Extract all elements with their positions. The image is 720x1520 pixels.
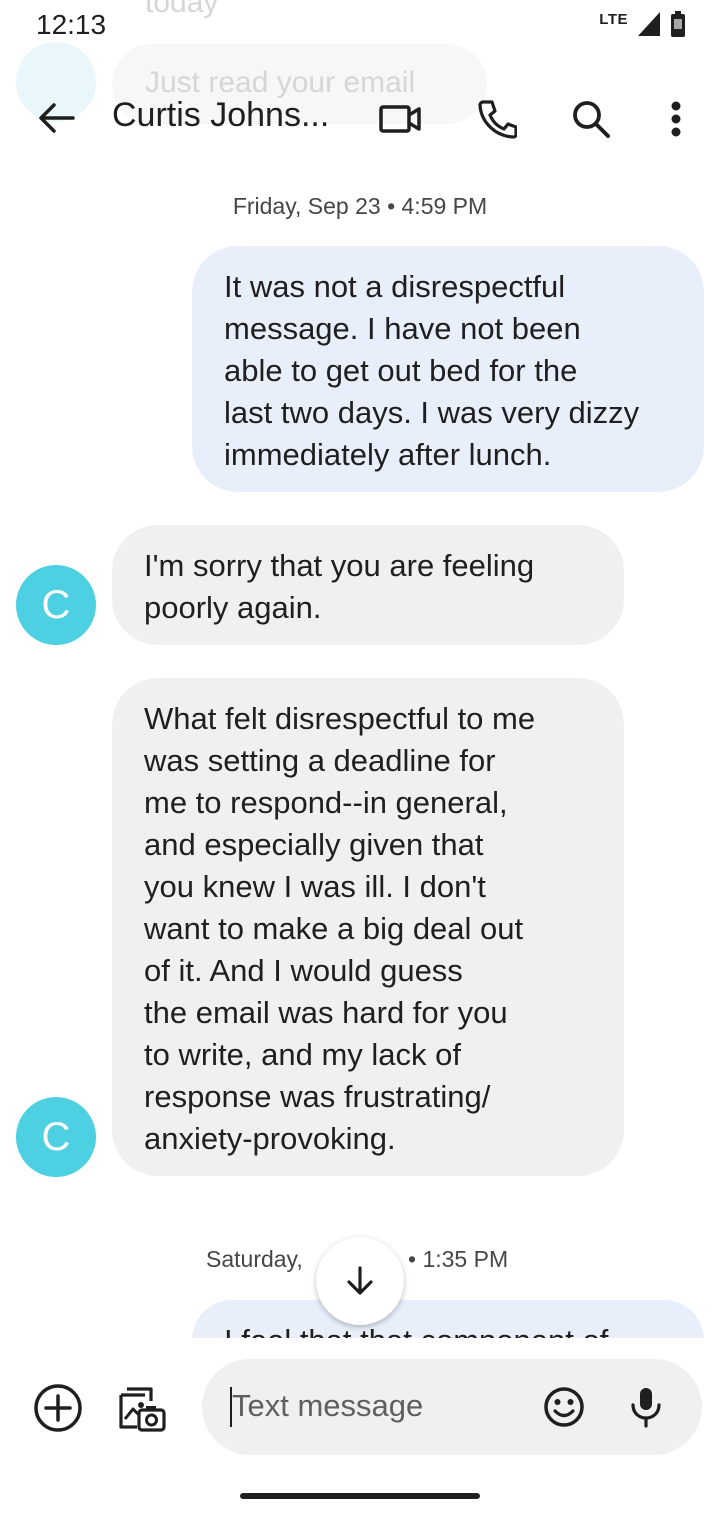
avatar-letter: C xyxy=(41,582,71,627)
incoming-message[interactable]: I'm sorry that you are feeling poorly ag… xyxy=(112,525,624,645)
date-separator-left: Saturday, xyxy=(206,1246,303,1272)
voice-input-button[interactable] xyxy=(620,1381,672,1433)
battery-icon xyxy=(671,11,685,37)
message-line: immediately after lunch. xyxy=(224,437,552,472)
network-type: LTE xyxy=(599,10,628,28)
text-message-input[interactable] xyxy=(232,1388,532,1424)
microphone-icon xyxy=(631,1388,661,1428)
status-icons: LTE xyxy=(599,10,686,38)
search-icon xyxy=(573,101,610,138)
back-arrow-icon xyxy=(39,103,75,133)
message-line: you knew I was ill. I don't xyxy=(144,869,486,904)
contact-avatar[interactable]: C xyxy=(16,1097,96,1177)
date-separator: Friday, Sep 23 • 4:59 PM xyxy=(232,193,488,219)
contact-name[interactable]: Curtis Johns... xyxy=(112,96,352,135)
message-line: poorly again. xyxy=(144,590,322,625)
message-line: and especially given that xyxy=(144,827,484,862)
message-line: last two days. I was very dizzy xyxy=(224,395,640,430)
message-line: I'm sorry that you are feeling xyxy=(144,548,535,583)
more-vert-icon xyxy=(671,101,681,137)
message-line: me to respond--in general, xyxy=(144,785,508,820)
emoji-button[interactable] xyxy=(538,1381,590,1433)
gallery-camera-button[interactable] xyxy=(114,1380,170,1436)
back-button[interactable] xyxy=(22,94,90,142)
scroll-to-bottom-button[interactable] xyxy=(316,1237,404,1325)
message-line: message. I have not been xyxy=(224,311,581,346)
contact-avatar[interactable]: C xyxy=(16,565,96,645)
search-button[interactable] xyxy=(564,92,618,146)
message-line: What felt disrespectful to me xyxy=(144,701,536,736)
message-line: able to get out bed for the xyxy=(224,353,578,388)
add-attachment-button[interactable] xyxy=(30,1380,86,1436)
video-call-button[interactable] xyxy=(372,94,428,144)
date-separator-right: • 1:35 PM xyxy=(408,1246,509,1272)
message-line: anxiety-provoking. xyxy=(144,1121,396,1156)
message-line: of it. And I would guess xyxy=(144,953,463,988)
avatar-letter: C xyxy=(41,1114,71,1159)
incoming-message[interactable]: What felt disrespectful to me was settin… xyxy=(112,678,624,1176)
phone-icon xyxy=(478,100,517,139)
status-time: 12:13 xyxy=(36,9,107,40)
signal-icon xyxy=(638,12,660,36)
outgoing-message[interactable]: It was not a disrespectful message. I ha… xyxy=(192,246,704,492)
more-options-button[interactable] xyxy=(652,92,700,146)
ghost-top-text: today xyxy=(145,0,219,19)
message-line: It was not a disrespectful xyxy=(224,269,566,304)
app-bar: Curtis Johns... xyxy=(0,72,720,164)
emoji-icon xyxy=(544,1387,584,1427)
add-circle-icon xyxy=(34,1384,82,1432)
phone-button[interactable] xyxy=(470,92,524,146)
message-line: to write, and my lack of xyxy=(144,1037,462,1072)
message-compose-field[interactable] xyxy=(202,1359,702,1455)
photo-camera-icon xyxy=(119,1387,166,1432)
arrow-down-icon xyxy=(347,1266,373,1295)
gesture-nav-bar[interactable] xyxy=(240,1493,480,1499)
video-call-icon xyxy=(379,105,421,133)
message-line: the email was hard for you xyxy=(144,995,508,1030)
message-line: want to make a big deal out xyxy=(144,911,524,946)
message-line: was setting a deadline for xyxy=(144,743,496,778)
message-line: response was frustrating/ xyxy=(144,1079,491,1114)
